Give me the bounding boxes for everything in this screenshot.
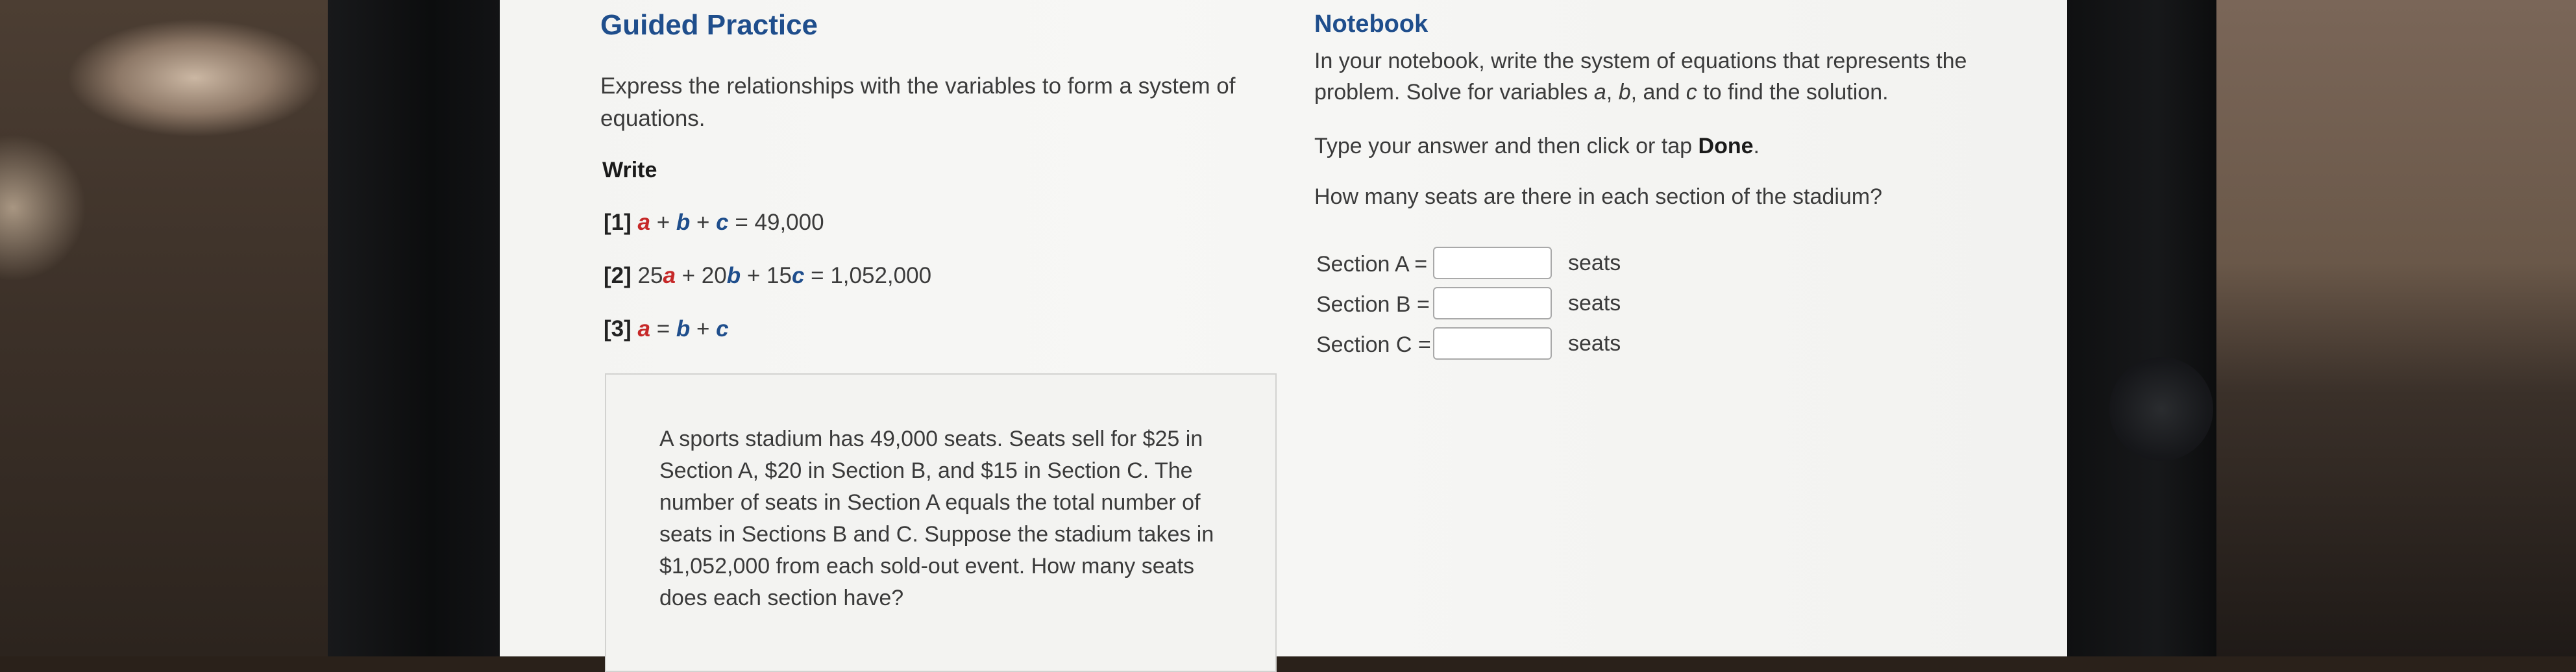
notebook-instructions: In your notebook, write the system of eq…	[1314, 45, 1989, 108]
var-b: b	[676, 210, 691, 235]
var-a: a	[637, 210, 650, 235]
instruction-text: Type your answer and then click or tap	[1314, 134, 1699, 158]
seats-unit: seats	[1568, 251, 1621, 275]
var-b: b	[726, 263, 741, 288]
instruction-text: .	[1753, 134, 1760, 158]
camera-icon	[2109, 357, 2213, 461]
instruction-text: to find the solution.	[1697, 80, 1889, 105]
var-c-label: c	[1686, 80, 1697, 105]
var-a: a	[663, 263, 676, 288]
done-word: Done	[1698, 134, 1754, 158]
device-bezel-left	[328, 0, 500, 656]
var-c: c	[716, 316, 729, 342]
background-right	[2207, 0, 2576, 656]
seats-unit: seats	[1568, 291, 1621, 316]
device-bezel-right	[2067, 0, 2216, 656]
equation-text: + 20	[675, 263, 727, 288]
section-b-input[interactable]	[1433, 287, 1552, 319]
equation-number: [3]	[604, 316, 632, 342]
question-text: How many seats are there in each section…	[1314, 184, 1883, 209]
section-c-label: Section C =	[1316, 332, 1431, 357]
equation-text: = 49,000	[728, 210, 824, 235]
var-a-label: a	[1593, 80, 1606, 105]
equation-text: + 15	[741, 263, 792, 288]
background-left	[0, 0, 337, 656]
equation-text: = 1,052,000	[804, 263, 932, 288]
section-c-input[interactable]	[1433, 327, 1552, 360]
equation-text: 25	[637, 263, 663, 288]
write-label: Write	[602, 158, 657, 182]
var-a: a	[637, 316, 650, 342]
var-b-label: b	[1618, 80, 1631, 105]
type-answer-instructions: Type your answer and then click or tap D…	[1314, 130, 1760, 162]
equation-text: +	[690, 316, 717, 342]
var-c: c	[791, 263, 805, 288]
equation-text: +	[690, 210, 717, 235]
guided-practice-title: Guided Practice	[600, 9, 818, 41]
var-b: b	[676, 316, 691, 342]
section-b-label: Section B =	[1316, 292, 1430, 317]
equation-text: +	[650, 210, 676, 235]
equation-3: [3] a = b + c	[604, 316, 729, 342]
instruction-text: ,	[1606, 80, 1619, 105]
equation-number: [1]	[604, 210, 632, 235]
var-c: c	[716, 210, 729, 235]
guided-instructions: Express the relationships with the varia…	[600, 73, 1236, 131]
notebook-title: Notebook	[1314, 10, 1429, 38]
section-a-label: Section A =	[1316, 252, 1428, 277]
seats-unit: seats	[1568, 331, 1621, 356]
equation-number: [2]	[604, 263, 632, 288]
section-a-input[interactable]	[1433, 247, 1552, 279]
equation-2: [2] 25a + 20b + 15c = 1,052,000	[604, 263, 931, 289]
problem-text: A sports stadium has 49,000 seats. Seats…	[659, 427, 1214, 610]
equation-text: =	[650, 316, 676, 342]
equation-1: [1] a + b + c = 49,000	[604, 210, 824, 236]
problem-box: A sports stadium has 49,000 seats. Seats…	[605, 373, 1277, 672]
instruction-text: , and	[1630, 80, 1686, 105]
